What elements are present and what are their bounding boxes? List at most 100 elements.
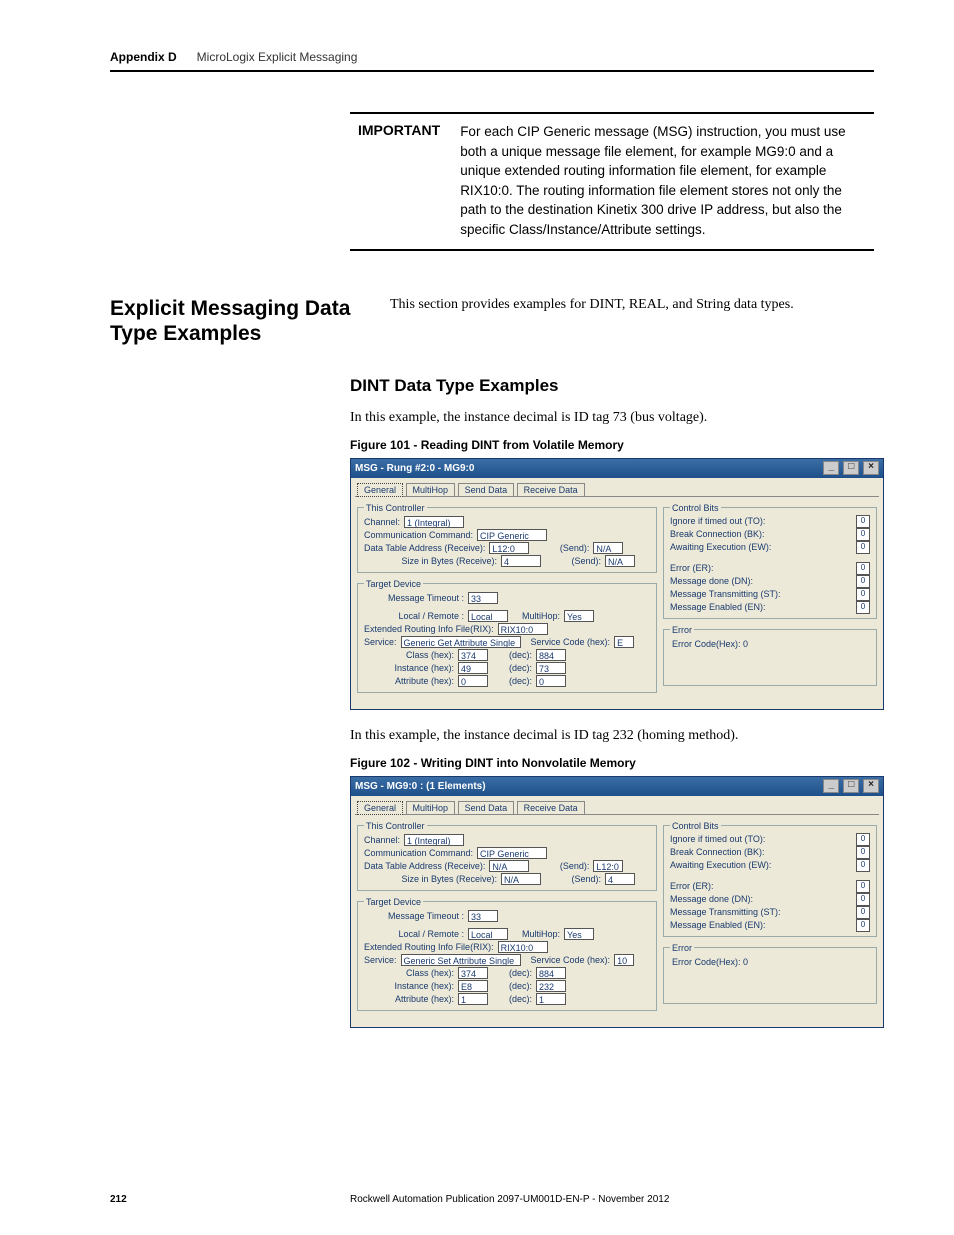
maximize-icon[interactable]: □ — [843, 779, 859, 793]
rix-input[interactable]: RIX10:0 — [498, 623, 548, 635]
cbit-dn-label: Message done (DN): — [670, 894, 753, 904]
classhex-input[interactable]: 374 — [458, 967, 488, 979]
commcmd-input[interactable]: CIP Generic — [477, 529, 547, 541]
cbit-ew-label: Awaiting Execution (EW): — [670, 860, 771, 870]
tab-general[interactable]: General — [357, 483, 403, 497]
localremote-input[interactable]: Local — [468, 928, 508, 940]
dta-recv-input[interactable]: L12:0 — [489, 542, 529, 554]
tab-senddata[interactable]: Send Data — [458, 483, 515, 496]
this-controller-legend: This Controller — [364, 503, 427, 513]
localremote-label: Local / Remote : — [364, 611, 464, 621]
tab-multihop[interactable]: MultiHop — [406, 483, 456, 496]
cbit-er-val[interactable]: 0 — [856, 880, 870, 893]
appendix-label: Appendix D — [110, 50, 177, 64]
channel-input[interactable]: 1 (Integral) — [404, 834, 464, 846]
classhex-input[interactable]: 374 — [458, 649, 488, 661]
target-device-legend: Target Device — [364, 579, 423, 589]
cbit-bk-val[interactable]: 0 — [856, 846, 870, 859]
dta-recv-label: Data Table Address (Receive): — [364, 543, 485, 553]
target-device-group: Target Device Message Timeout : 33 Local … — [357, 579, 657, 693]
cbit-er-label: Error (ER): — [670, 881, 714, 891]
cbit-to-val[interactable]: 0 — [856, 833, 870, 846]
cbit-dn-val[interactable]: 0 — [856, 575, 870, 588]
cbit-st-val[interactable]: 0 — [856, 588, 870, 601]
page-header: Appendix D MicroLogix Explicit Messaging — [110, 50, 874, 72]
tab-general[interactable]: General — [357, 801, 403, 815]
example2-intro: In this example, the instance decimal is… — [350, 728, 874, 744]
classdec-input[interactable]: 884 — [536, 649, 566, 661]
channel-input[interactable]: 1 (Integral) — [404, 516, 464, 528]
cbit-en-label: Message Enabled (EN): — [670, 920, 766, 930]
timeout-label: Message Timeout : — [364, 593, 464, 603]
size-recv-input[interactable]: N/A — [501, 873, 541, 885]
instdec-input[interactable]: 232 — [536, 980, 566, 992]
insthex-input[interactable]: E8 — [458, 980, 488, 992]
minimize-icon[interactable]: _ — [823, 461, 839, 475]
multihop-input[interactable]: Yes — [564, 610, 594, 622]
timeout-input[interactable]: 33 — [468, 592, 498, 604]
localremote-input[interactable]: Local — [468, 610, 508, 622]
cbit-en-val[interactable]: 0 — [856, 919, 870, 932]
cbit-ew-val[interactable]: 0 — [856, 541, 870, 554]
instdec-label: (dec): — [492, 981, 532, 991]
insthex-label: Instance (hex): — [364, 981, 454, 991]
service-label: Service: — [364, 637, 397, 647]
cbit-ew-val[interactable]: 0 — [856, 859, 870, 872]
size-send-input[interactable]: 4 — [605, 873, 635, 885]
attrhex-input[interactable]: 0 — [458, 675, 488, 687]
instdec-label: (dec): — [492, 663, 532, 673]
dta-recv-input[interactable]: N/A — [489, 860, 529, 872]
channel-label: Channel: — [364, 517, 400, 527]
attrhex-input[interactable]: 1 — [458, 993, 488, 1005]
multihop-input[interactable]: Yes — [564, 928, 594, 940]
cbit-bk-val[interactable]: 0 — [856, 528, 870, 541]
tab-multihop[interactable]: MultiHop — [406, 801, 456, 814]
important-text: For each CIP Generic message (MSG) instr… — [460, 122, 866, 239]
size-recv-input[interactable]: 4 — [501, 555, 541, 567]
servicecode-input[interactable]: 10 — [614, 954, 634, 966]
attrdec-label: (dec): — [492, 994, 532, 1004]
this-controller-group-2: This Controller Channel:1 (Integral) Com… — [357, 821, 657, 891]
tab-bar: General MultiHop Send Data Receive Data — [351, 478, 883, 496]
window-buttons: _ □ × — [822, 461, 879, 475]
classhex-label: Class (hex): — [364, 650, 454, 660]
cbit-er-val[interactable]: 0 — [856, 562, 870, 575]
servicecode-label: Service Code (hex): — [531, 637, 611, 647]
minimize-icon[interactable]: _ — [823, 779, 839, 793]
attrdec-input[interactable]: 0 — [536, 675, 566, 687]
timeout-input[interactable]: 33 — [468, 910, 498, 922]
rix-input[interactable]: RIX10:0 — [498, 941, 548, 953]
page-footer: 212 Rockwell Automation Publication 2097… — [110, 1194, 874, 1205]
cbit-dn-val[interactable]: 0 — [856, 893, 870, 906]
send-label-2: (Send): — [545, 556, 601, 566]
dialog1-title: MSG - Rung #2:0 - MG9:0 — [355, 463, 474, 474]
size-send-input[interactable]: N/A — [605, 555, 635, 567]
publication-info: Rockwell Automation Publication 2097-UM0… — [350, 1194, 874, 1205]
servicecode-input[interactable]: E — [614, 636, 634, 648]
tab-receivedata[interactable]: Receive Data — [517, 801, 585, 814]
service-input[interactable]: Generic Get Attribute Single — [401, 636, 521, 648]
classdec-input[interactable]: 884 — [536, 967, 566, 979]
close-icon[interactable]: × — [863, 461, 879, 475]
insthex-input[interactable]: 49 — [458, 662, 488, 674]
cbit-ew-label: Awaiting Execution (EW): — [670, 542, 771, 552]
service-input[interactable]: Generic Set Attribute Single — [401, 954, 521, 966]
send-label: (Send): — [533, 861, 589, 871]
dta-send-input[interactable]: L12:0 — [593, 860, 623, 872]
attrdec-input[interactable]: 1 — [536, 993, 566, 1005]
cbit-to-label: Ignore if timed out (TO): — [670, 834, 765, 844]
close-icon[interactable]: × — [863, 779, 879, 793]
cbit-to-val[interactable]: 0 — [856, 515, 870, 528]
rix-label: Extended Routing Info File(RIX): — [364, 624, 494, 634]
cbit-st-val[interactable]: 0 — [856, 906, 870, 919]
error-text-2: Error Code(Hex): 0 — [670, 955, 870, 969]
send-label-1: (Send): — [533, 543, 589, 553]
tab-receivedata[interactable]: Receive Data — [517, 483, 585, 496]
dta-send-input[interactable]: N/A — [593, 542, 623, 554]
tab-senddata[interactable]: Send Data — [458, 801, 515, 814]
servicecode-label: Service Code (hex): — [531, 955, 611, 965]
commcmd-input[interactable]: CIP Generic — [477, 847, 547, 859]
instdec-input[interactable]: 73 — [536, 662, 566, 674]
cbit-en-val[interactable]: 0 — [856, 601, 870, 614]
maximize-icon[interactable]: □ — [843, 461, 859, 475]
